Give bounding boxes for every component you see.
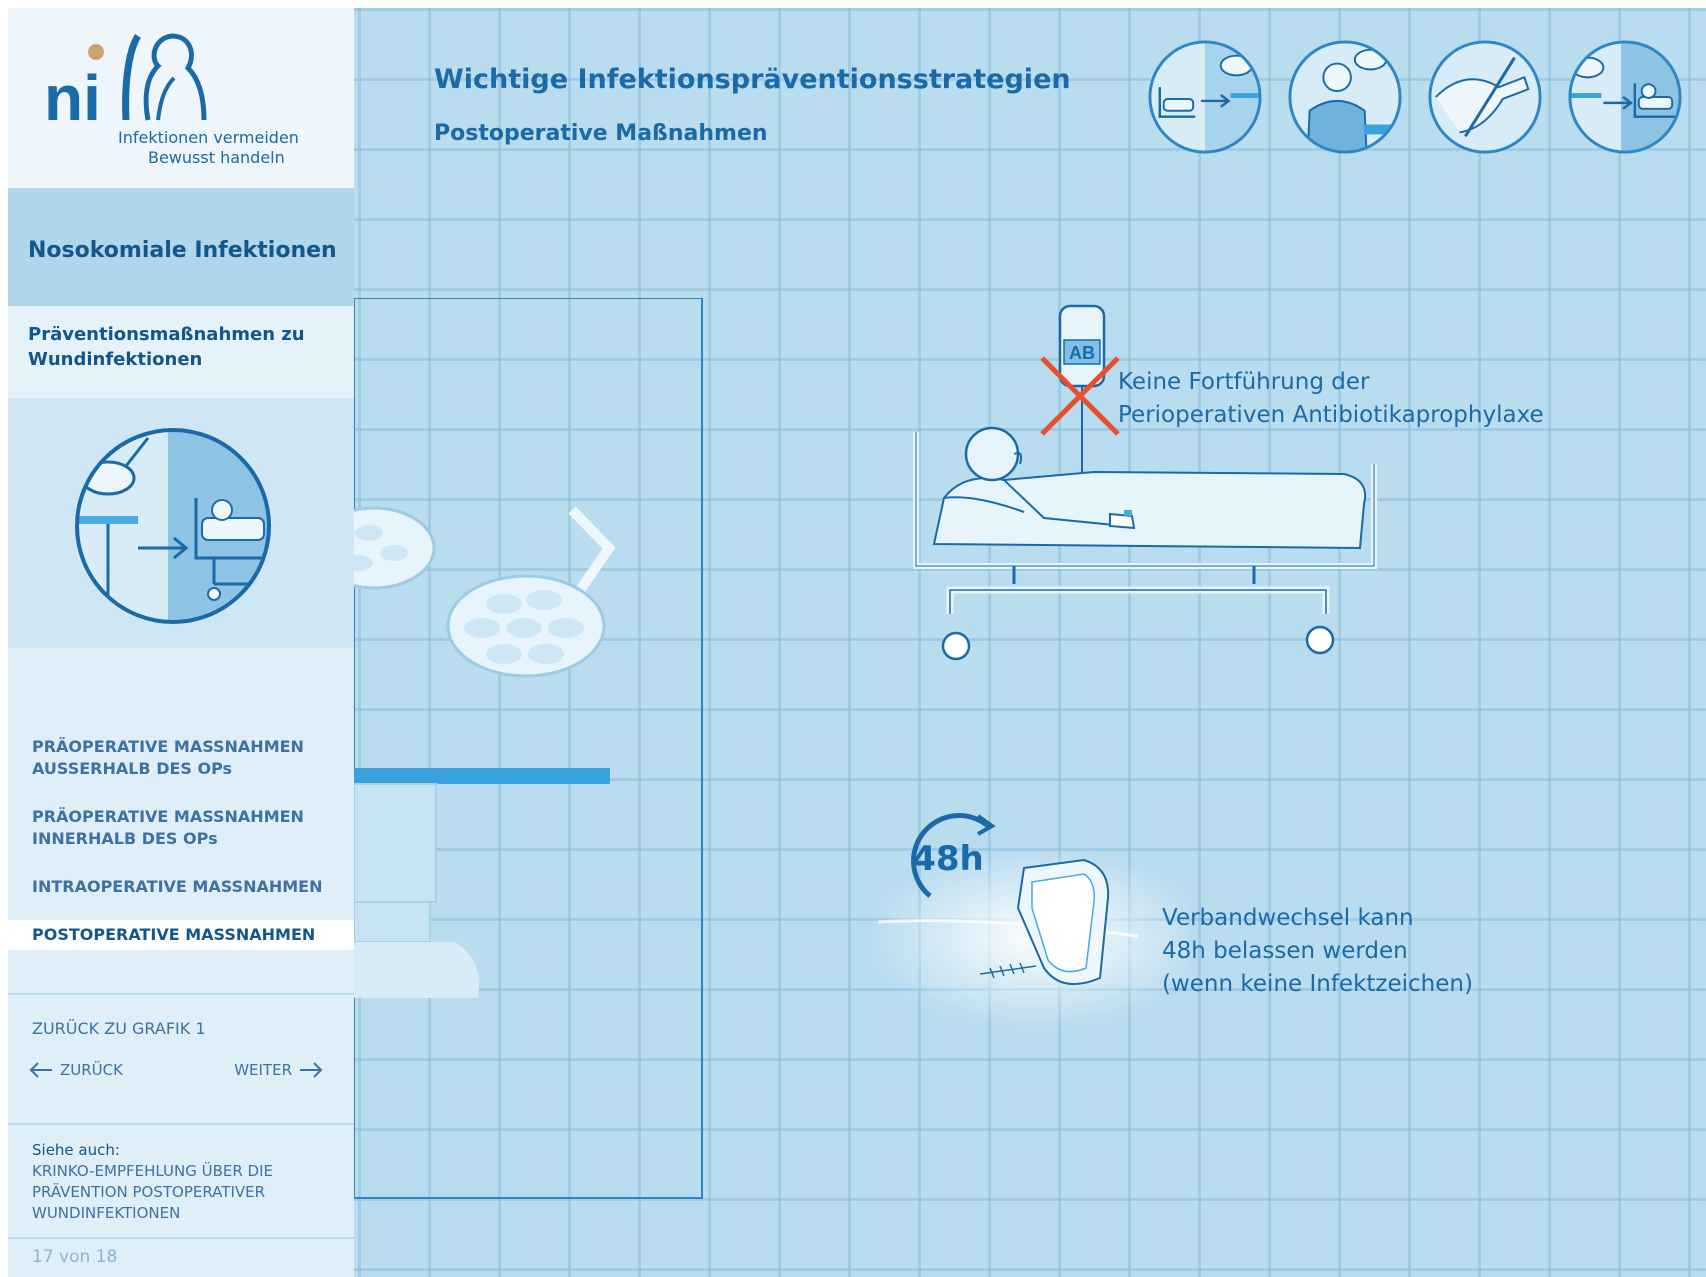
page-counter: 17 von 18 [32,1247,118,1267]
hand-disinfection-icon[interactable] [1426,38,1544,156]
section-header: Nosokomiale Infektionen [8,188,354,306]
operating-room-illustration [354,298,703,1199]
nav-item-preop-outside[interactable]: PRÄOPERATIVE MASSNAHMEN AUSSERHALB DES O… [8,736,354,780]
nav-label-line2: INNERHALB DES OPs [32,829,218,848]
sidebar: ni Infektionen vermeiden Bewusst handeln… [8,8,354,1277]
antibiotic-note: Keine Fortführung der Perioperativen Ant… [1118,366,1544,432]
tagline-line-1: Infektionen vermeiden [118,128,299,147]
see-also-link[interactable]: KRINKO-EMPFEHLUNG ÜBER DIE PRÄVENTION PO… [32,1161,332,1224]
topic-title: Präventionsmaßnahmen zu Wundinfektionen [28,324,305,370]
page-indicator: 17 von 18 [8,1239,354,1277]
nav-list: PRÄOPERATIVE MASSNAHMEN AUSSERHALB DES O… [8,648,354,993]
surgeon-icon[interactable] [1286,38,1404,156]
arrow-left-icon [29,1062,52,1078]
operating-table [354,768,610,784]
nav-label-line1: POSTOPERATIVE MASSNAHMEN [32,925,316,944]
antibiotic-note-line-2: Perioperativen Antibiotikaprophylaxe [1118,402,1544,428]
nav-label-line1: INTRAOPERATIVE MASSNAHMEN [32,877,323,896]
dressing-note-line-3: (wenn keine Infektzeichen) [1162,971,1473,997]
nav-item-preop-inside[interactable]: PRÄOPERATIVE MASSNAHMEN INNERHALB DES OP… [8,806,354,850]
tagline-line-2: Bewusst handeln [148,148,285,167]
dressing-note: Verbandwechsel kann 48h belassen werden … [1162,902,1473,1001]
nav-item-intraop[interactable]: INTRAOPERATIVE MASSNAHMEN [8,876,354,898]
navigation-controls: ZURÜCK ZU GRAFIK 1 ZURÜCK WEITER [8,995,354,1123]
tagline: Infektionen vermeiden Bewusst handeln [118,128,299,168]
patient-bed-illustration: AB [913,304,1377,661]
antibiotic-note-line-1: Keine Fortführung der [1118,369,1370,395]
app-stage: ni Infektionen vermeiden Bewusst handeln… [8,8,1706,1277]
dressing-note-line-2: 48h belassen werden [1162,938,1408,964]
nav-item-postop[interactable]: POSTOPERATIVE MASSNAHMEN [8,920,354,950]
next-button[interactable]: WEITER [234,1061,324,1079]
topic-thumbnail [8,398,354,648]
page-subtitle: Postoperative Maßnahmen [434,121,768,146]
section-title: Nosokomiale Infektionen [28,238,337,263]
previous-label: ZURÜCK [60,1061,123,1079]
transfer-to-ward-icon [75,428,271,624]
logo-area[interactable]: ni Infektionen vermeiden Bewusst handeln [8,8,354,188]
arrow-right-icon [300,1062,323,1078]
topic-header: Präventionsmaßnahmen zu Wundinfektionen [8,306,354,398]
back-to-graphic-link[interactable]: ZURÜCK ZU GRAFIK 1 [32,1019,206,1038]
ni-logo: ni [44,33,207,128]
see-also: Siehe auch: KRINKO-EMPFEHLUNG ÜBER DIE P… [8,1125,354,1237]
dressing-note-line-1: Verbandwechsel kann [1162,905,1414,931]
clock-label: 48h [912,839,984,879]
see-also-label: Siehe auch: [32,1141,120,1159]
nav-label-line1: PRÄOPERATIVE MASSNAHMEN [32,807,304,826]
logo-text: ni [44,62,101,128]
nav-label-line2: AUSSERHALB DES OPs [32,759,233,778]
iv-label: AB [1069,343,1095,363]
page-title: Wichtige Infektionspräventionsstrategien [434,64,1071,95]
next-label: WEITER [234,1061,292,1079]
previous-button[interactable]: ZURÜCK [28,1061,123,1079]
transfer-from-op-icon[interactable] [1146,38,1264,156]
nav-label-line1: PRÄOPERATIVE MASSNAHMEN [32,737,304,756]
wound-dressing-illustration: 48h [868,813,1188,1028]
transfer-to-ward-icon[interactable] [1566,38,1684,156]
